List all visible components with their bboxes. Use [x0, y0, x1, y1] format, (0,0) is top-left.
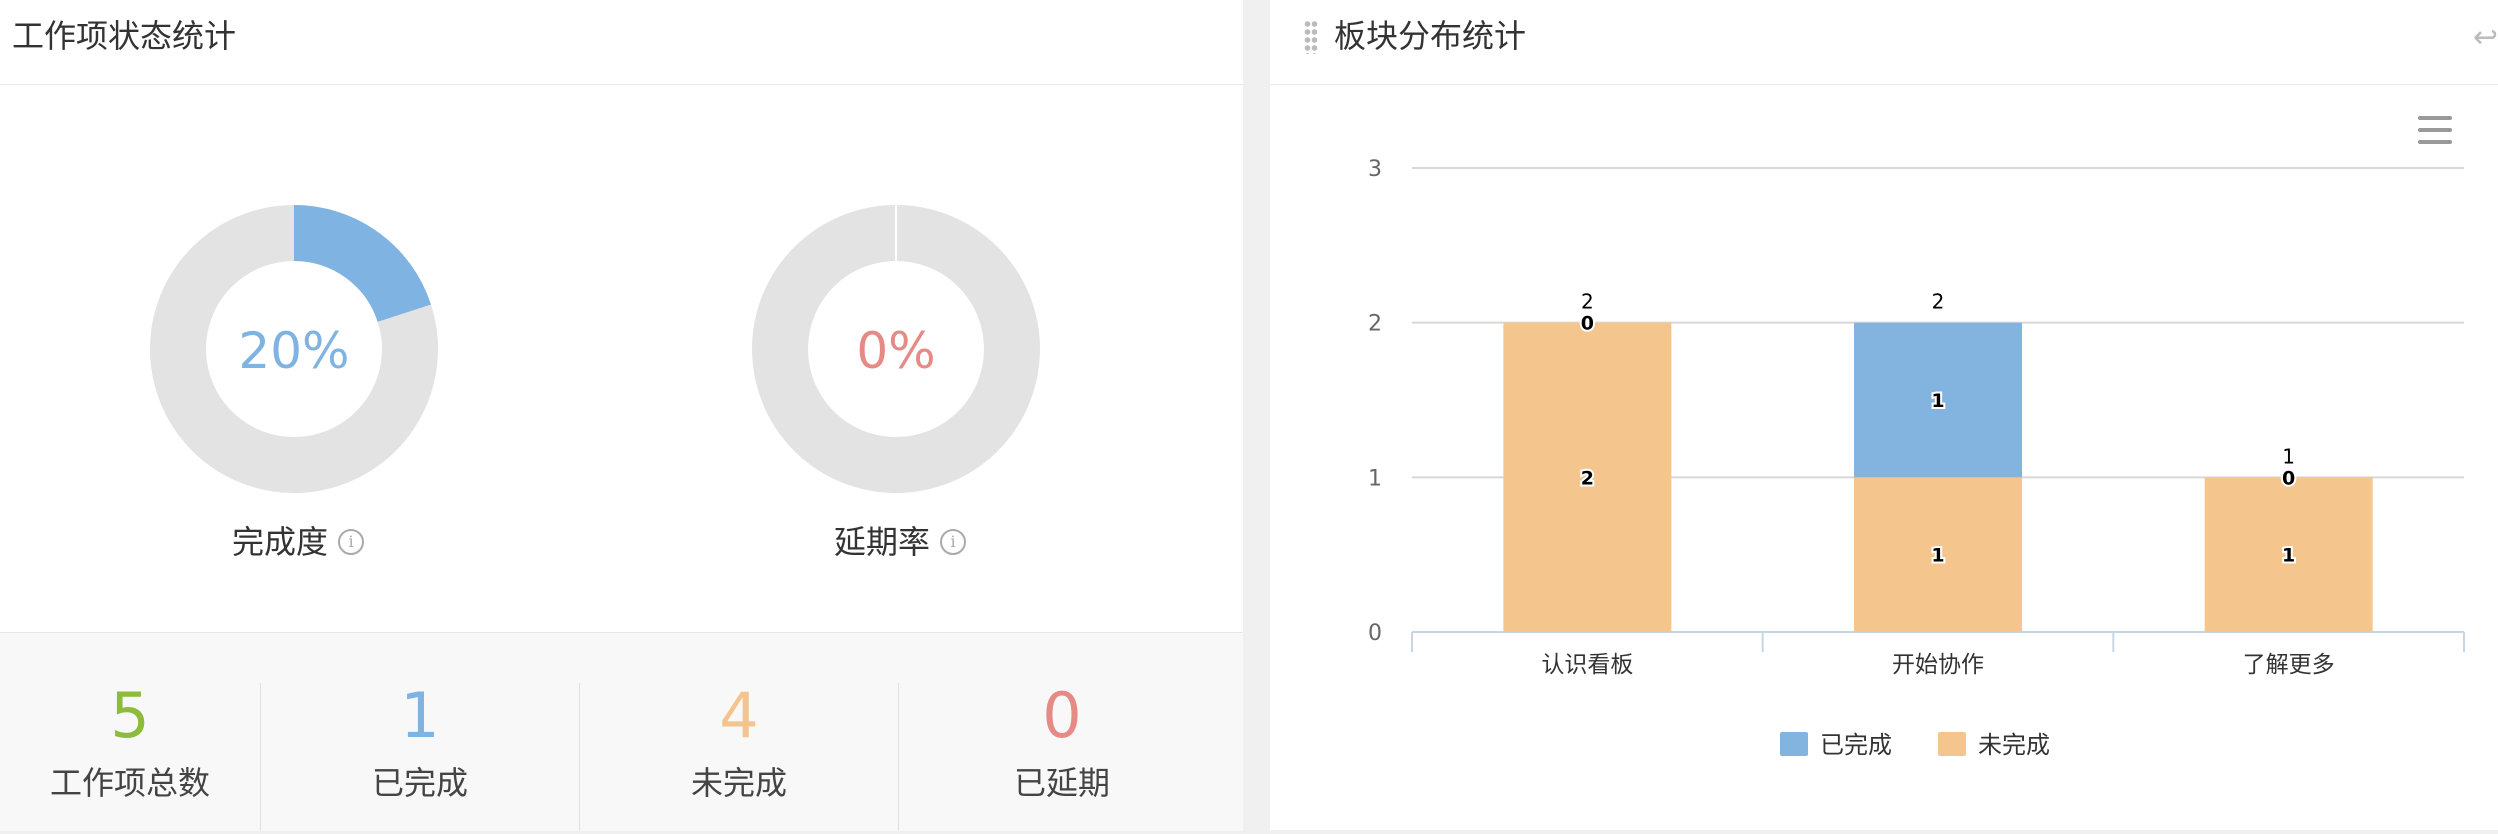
legend-label: 已完成	[1820, 731, 1892, 759]
panel-header: 工作项状态统计	[0, 0, 1243, 85]
stats-bar: 5 工作项总数 1 已完成 4 未完成 0 已延期	[0, 632, 1243, 831]
y-tick-label: 2	[1368, 312, 1382, 337]
x-category-label: 认识看板	[1541, 652, 1633, 678]
y-tick-label: 1	[1368, 466, 1382, 491]
delay-label-row: 延期率 i	[834, 522, 967, 562]
chart-area: 0 1 2 3 2 0 2 认识看板 1 1 2 开始协作 1 0 1 了解更多 已完成 未完成	[1270, 86, 2498, 830]
info-icon[interactable]: i	[940, 529, 967, 555]
stat-total-value: 5	[110, 679, 150, 752]
collapse-icon[interactable]: ↩	[2473, 20, 2498, 56]
x-category-label: 了解更多	[2243, 652, 2335, 678]
stat-undone-value: 4	[719, 679, 759, 752]
stat-total-label: 工作项总数	[49, 764, 210, 802]
data-label: 0	[1581, 313, 1594, 335]
total-label: 2	[1581, 290, 1594, 314]
legend-swatch	[1780, 732, 1808, 756]
stat-done-value: 1	[400, 679, 440, 752]
board-distribution-panel: 板块分布统计 ↩ 0 1 2 3 2 0 2 认识看板 1 1 2 开始协作 1 0 1 了解更多 已完成 未完成	[1270, 0, 2498, 830]
stat-total: 5 工作项总数	[0, 633, 260, 831]
info-icon[interactable]: i	[338, 529, 365, 555]
data-label: 0	[2282, 467, 2295, 489]
completion-label-row: 完成度 i	[232, 522, 365, 562]
legend-label: 未完成	[1978, 731, 2050, 759]
completion-arc	[293, 205, 431, 323]
delay-label: 延期率	[834, 523, 931, 561]
total-label: 2	[1932, 290, 1945, 314]
completion-percent: 20%	[238, 322, 350, 380]
legend-swatch	[1938, 732, 1966, 756]
stat-undone-label: 未完成	[690, 764, 787, 802]
panel-title: 工作项状态统计	[12, 17, 237, 55]
stat-delayed-label: 已延期	[1013, 764, 1110, 802]
stacked-bar-chart: 0123202认识看板112开始协作101了解更多已完成 未完成	[1368, 157, 2465, 759]
chart-menu-icon[interactable]	[2418, 116, 2452, 144]
stat-done: 1 已完成	[261, 633, 579, 831]
total-label: 1	[2282, 444, 2295, 468]
y-tick-label: 3	[1368, 157, 1382, 182]
x-category-label: 开始协作	[1892, 652, 1984, 678]
panel-title: 板块分布统计	[1334, 17, 1527, 55]
y-tick-label: 0	[1368, 621, 1382, 646]
stat-done-label: 已完成	[371, 764, 468, 802]
completion-label: 完成度	[232, 523, 329, 561]
completion-donut: 20%	[150, 205, 438, 493]
data-label: 1	[1931, 390, 1944, 412]
stat-delayed: 0 已延期	[899, 633, 1225, 831]
drag-handle-icon[interactable]	[1304, 20, 1318, 54]
data-label: 1	[1931, 545, 1944, 567]
stat-delayed-value: 0	[1042, 679, 1082, 752]
delay-donut: 0%	[752, 205, 1040, 493]
stat-undone: 4 未完成	[580, 633, 898, 831]
delay-percent: 0%	[856, 322, 936, 380]
work-item-status-panel: 工作项状态统计 20% 完成度 i 0% 延期率 i 5 工作项总数 1 已完成	[0, 0, 1243, 831]
data-label: 2	[1581, 467, 1594, 489]
data-label: 1	[2282, 545, 2295, 567]
panel-header: 板块分布统计 ↩	[1270, 0, 2498, 85]
